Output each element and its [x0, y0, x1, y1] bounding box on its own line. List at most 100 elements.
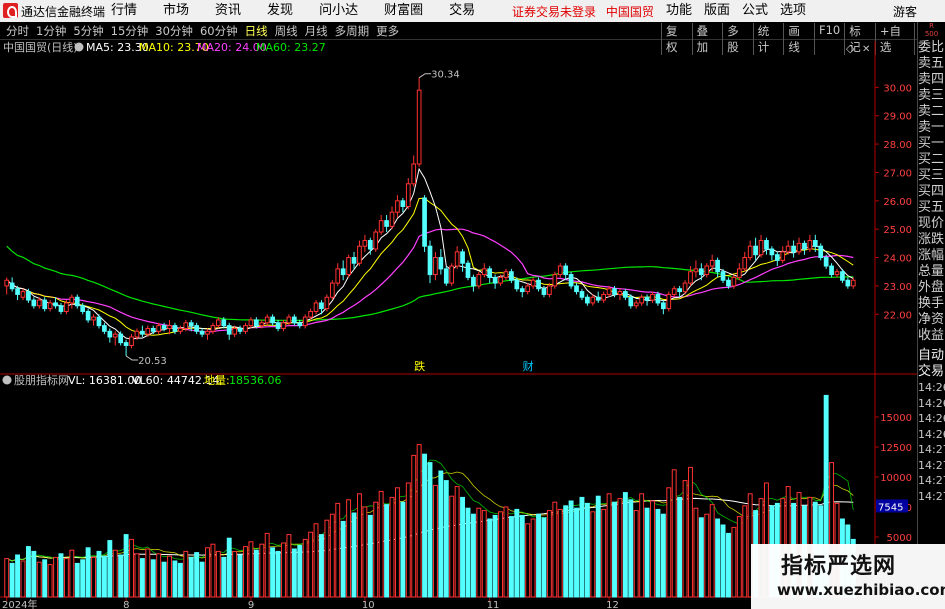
menu-gongneng[interactable]: 功能 — [660, 2, 698, 20]
candle-body-67 — [367, 240, 373, 250]
period-tab-4[interactable]: 30分钟 — [155, 23, 193, 39]
price-tick-label-6: 24.00 — [883, 254, 912, 265]
period-tab-7[interactable]: 周线 — [275, 23, 298, 39]
candle-body-44 — [243, 325, 248, 332]
volume-bar-29 — [161, 561, 167, 598]
candle-body-48 — [264, 316, 270, 324]
volume-bar-87 — [476, 507, 482, 598]
candle-body-142 — [774, 254, 780, 261]
candle-body-110 — [601, 293, 607, 301]
volume-bar-86 — [470, 513, 476, 598]
volume-bar-91 — [498, 511, 504, 598]
menu-caifuquan[interactable]: 财富圈 — [371, 2, 436, 20]
tick-times: 14:26 14:26 14:26 14:26 14:27 14:27 14:27 14:27 — [918, 380, 945, 504]
candle-body-72 — [395, 200, 400, 213]
vol-badge-text: 7545 — [878, 502, 903, 513]
period-tab-8[interactable]: 月线 — [305, 23, 328, 39]
volume-bar-42 — [232, 550, 238, 598]
candle-body-136 — [742, 257, 748, 270]
candle-body-146 — [796, 242, 802, 253]
candle-body-22 — [123, 342, 129, 346]
candle-body-109 — [595, 296, 601, 301]
candle-body-155 — [845, 279, 851, 287]
price-tick-label-5: 25.00 — [883, 225, 912, 236]
volume-bar-25 — [139, 558, 145, 598]
menu-xuanxiang[interactable]: 选项 — [774, 2, 812, 20]
menu-shichang[interactable]: 市场 — [150, 2, 202, 20]
volume-bar-125 — [682, 480, 688, 598]
auto-trade-button-1[interactable]: 交易 — [918, 364, 945, 380]
candle-body-151 — [823, 257, 829, 267]
rpanel-500: 500 — [924, 30, 939, 38]
vol-tick-label-2: 10000 — [880, 473, 912, 484]
volume-bar-14 — [80, 559, 86, 598]
app-logo-icon — [3, 3, 18, 18]
candle-body-116 — [633, 302, 639, 307]
menu-gongshi[interactable]: 公式 — [736, 2, 774, 20]
candle-body-135 — [736, 268, 742, 278]
candle-body-96 — [525, 285, 531, 293]
period-tab-1[interactable]: 1分钟 — [36, 23, 66, 39]
volume-bar-126 — [688, 466, 693, 598]
period-tab-3[interactable]: 15分钟 — [111, 23, 149, 39]
candle-body-143 — [780, 251, 786, 261]
app-title: 通达信金融终端 — [21, 5, 106, 19]
candle-body-54 — [297, 322, 303, 327]
menu-wenxiaoda[interactable]: 问小达 — [306, 2, 371, 20]
volume-bar-38 — [210, 543, 216, 598]
candle-body-10 — [58, 305, 64, 312]
volume-bar-61 — [335, 502, 341, 598]
volume-bar-127 — [693, 507, 699, 598]
auto-trade-button-0[interactable]: 自动 — [918, 348, 945, 364]
candle-body-144 — [785, 245, 791, 253]
menu-banmian[interactable]: 版面 — [698, 2, 736, 20]
vol-legend-dl-label: 地量: — [204, 374, 230, 387]
candle-body-80 — [438, 257, 444, 270]
kline-chart[interactable]: 30.00 29.00 28.00 27.00 26.00 25.00 24.00 23.00… — [0, 41, 917, 609]
candle-body-119 — [650, 293, 655, 301]
period-tab-6[interactable]: 日线 — [245, 23, 268, 39]
period-tab-9[interactable]: 多周期 — [335, 23, 370, 39]
period-tab-10[interactable]: 更多 — [376, 23, 399, 39]
candle-body-19 — [107, 330, 113, 338]
period-tab-2[interactable]: 5分钟 — [73, 23, 103, 39]
menu-faxian[interactable]: 发现 — [254, 2, 306, 20]
candle-body-97 — [530, 279, 536, 287]
candle-body-18 — [102, 325, 107, 332]
trade-login-status[interactable]: 证券交易未登录 — [512, 5, 596, 19]
volume-bar-104 — [568, 500, 574, 598]
candle-body-107 — [585, 296, 590, 304]
date-label-3: 10 — [362, 600, 375, 609]
candle-body-115 — [628, 296, 634, 307]
volume-bar-26 — [145, 548, 151, 598]
event-mark-die: 跌 — [414, 359, 425, 373]
candle-body-156 — [850, 279, 856, 287]
period-tab-0[interactable]: 分时 — [6, 23, 29, 39]
candle-body-114 — [623, 291, 628, 298]
stock-name-link[interactable]: 中国国贸 — [606, 5, 654, 19]
menu-hangqing[interactable]: 行情 — [98, 2, 150, 20]
candle-body-90 — [492, 276, 498, 284]
volume-bar-124 — [677, 496, 683, 598]
volume-bar-93 — [508, 516, 514, 598]
menu-zixun[interactable]: 资讯 — [202, 2, 254, 20]
volume-bar-80 — [438, 470, 444, 598]
volume-bar-4 — [25, 546, 31, 598]
candle-body-82 — [449, 265, 455, 284]
candle-body-150 — [818, 245, 824, 259]
trade-status[interactable]: 证券交易未登录 中国国贸 — [512, 3, 654, 20]
tick-time-4: 14:27 — [918, 443, 945, 456]
candle-body-140 — [764, 240, 769, 250]
period-tab-5[interactable]: 60分钟 — [200, 23, 238, 39]
candle-body-3 — [20, 291, 26, 298]
menu-jiaoyi[interactable]: 交易 — [436, 2, 488, 20]
quote-label-8: 买三 — [918, 168, 945, 183]
candle-body-131 — [715, 259, 720, 273]
candle-body-27 — [150, 327, 156, 332]
candle-body-104 — [568, 274, 574, 287]
user-guest[interactable]: 游客 — [893, 3, 917, 20]
volume-bar-81 — [443, 480, 449, 598]
candle-body-118 — [644, 296, 650, 301]
volume-bar-57 — [313, 523, 319, 598]
candle-body-0 — [4, 279, 10, 287]
